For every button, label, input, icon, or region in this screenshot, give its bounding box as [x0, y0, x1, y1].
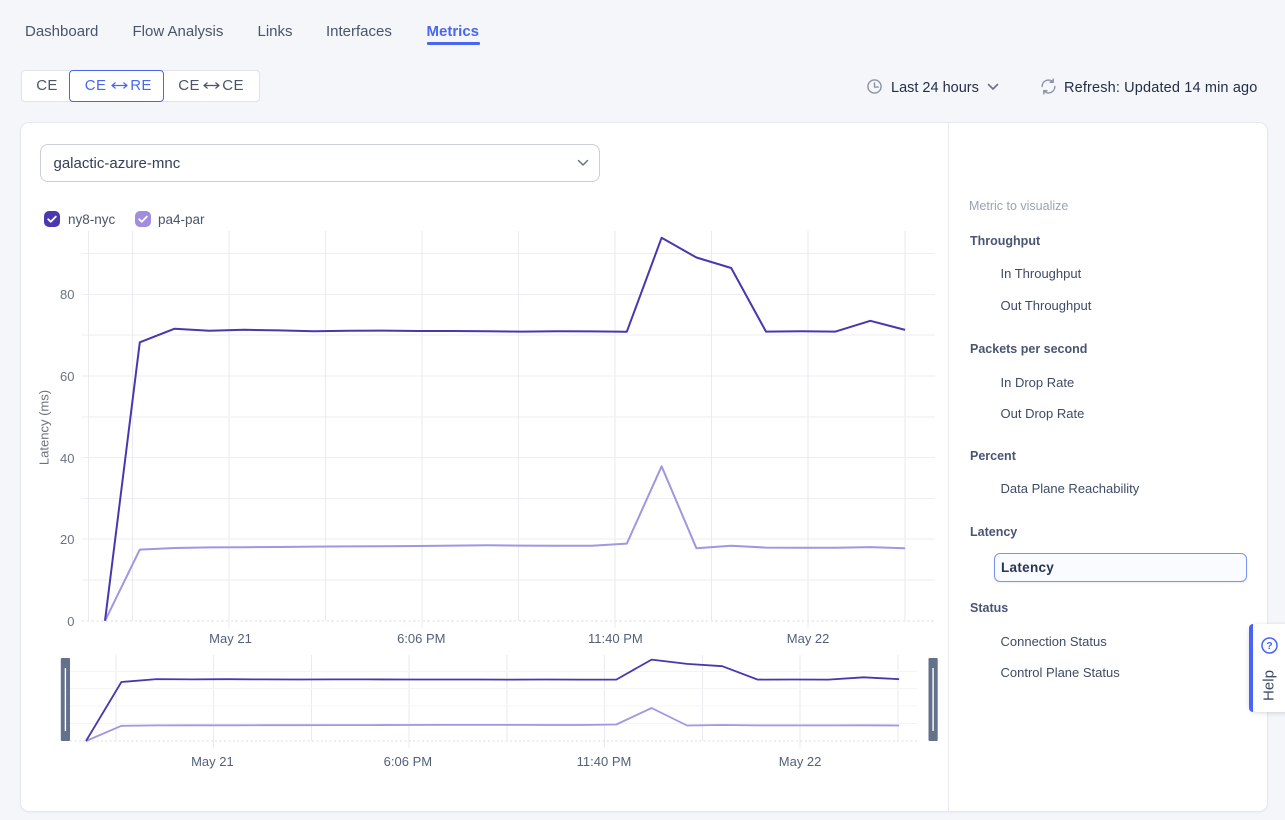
svg-text:?: ?: [1266, 640, 1272, 652]
